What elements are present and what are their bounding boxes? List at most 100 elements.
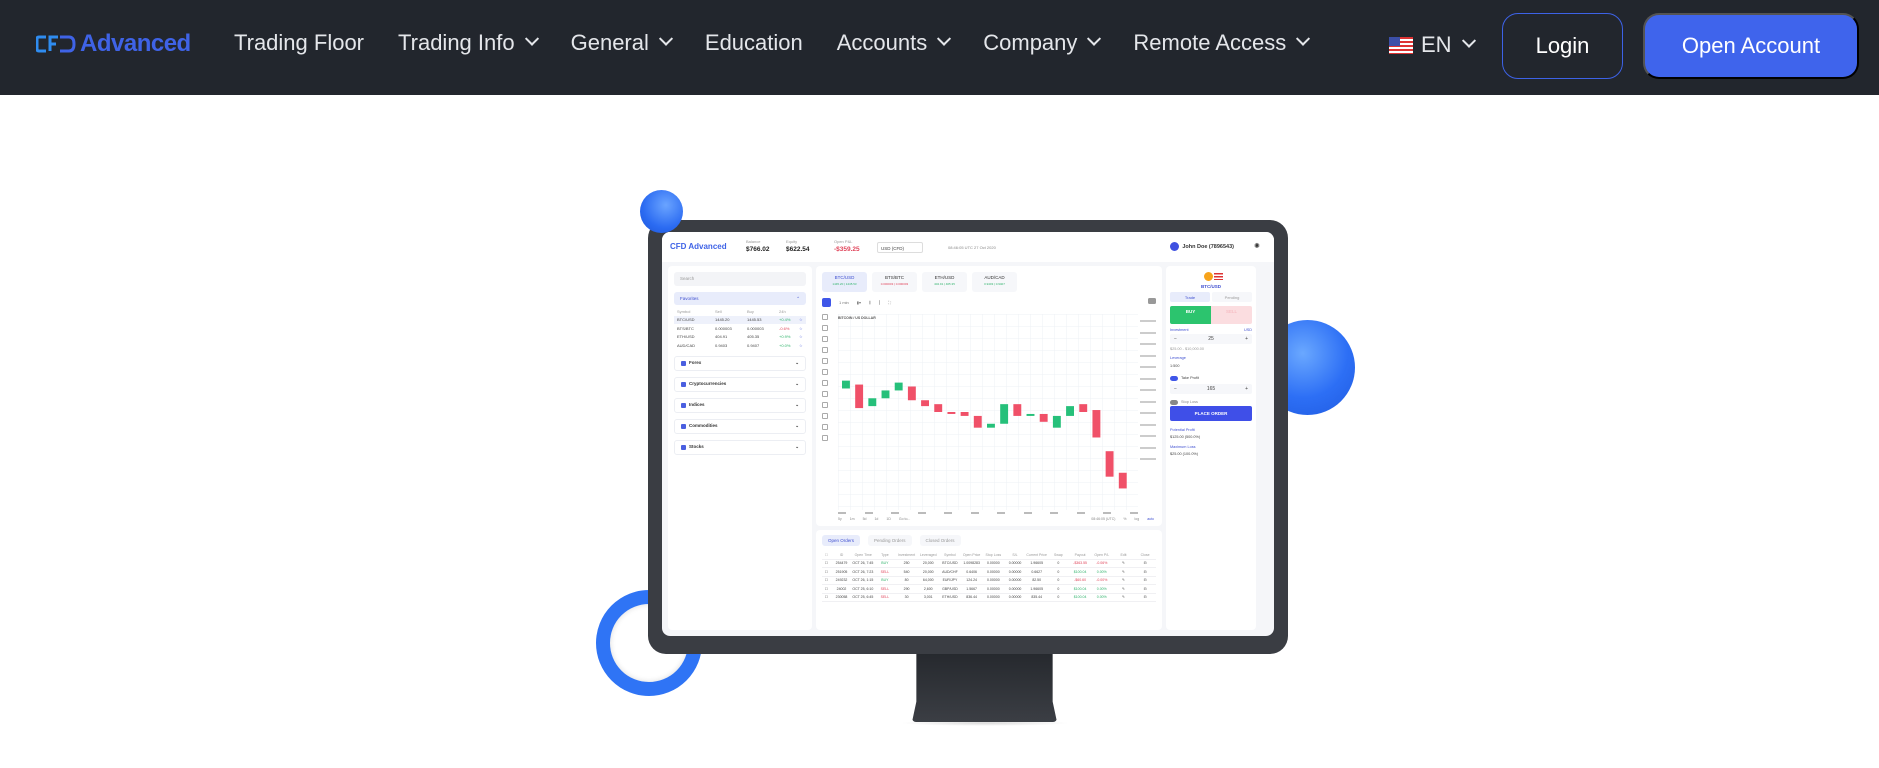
edit-icon[interactable]: ✎ [1113,587,1135,591]
chart-footer-item[interactable]: % [1123,517,1126,524]
trendline-tool-icon[interactable] [822,314,828,320]
order-row[interactable]: ☐254479OCT 26, 7:45 AMBUY25020,000BTC/US… [822,560,1156,568]
edit-icon[interactable]: ✎ [1113,570,1135,574]
favorites-table: Symbol Sell Buy 24h BTC/USD 1445.20 1445.53 +0.… [674,307,806,350]
chart-footer-item[interactable]: 08:46:05 (UTC) [1091,517,1115,524]
range-button[interactable]: 1D [886,517,890,524]
edit-icon[interactable]: ✎ [1113,578,1135,582]
close-order-icon[interactable]: ⊟ [1134,595,1156,599]
nav-item-company[interactable]: Company [983,30,1102,56]
nav-item-education[interactable]: Education [705,30,803,56]
trading-platform-screenshot: CFD Advanced Balance $766.02 Equity $622.5… [662,232,1274,636]
lock-tool-icon[interactable] [822,424,828,430]
user-menu[interactable]: John Doe (7896543) [1170,242,1234,251]
text-tool-icon[interactable] [822,347,828,353]
row-checkbox[interactable]: ☐ [822,595,831,599]
category-forex[interactable]: Forex ⌄ [674,355,806,371]
brand-logo[interactable]: Advanced [36,30,191,58]
favorite-row[interactable]: BTC/USD 1445.20 1445.53 +0.4% ☆ [674,315,807,324]
order-row[interactable]: ☐251905OCT 26, 7:23 AMSELL54020,000AUD/C… [822,568,1156,577]
close-order-icon[interactable]: ⊟ [1134,587,1156,591]
range-button[interactable]: 5d [863,517,867,524]
measure-tool-icon[interactable] [822,391,828,397]
nav-item-accounts[interactable]: Accounts [837,30,952,56]
top-navbar: Advanced Trading Floor Trading Info Genera… [0,0,1879,95]
buy-button[interactable]: BUY [1170,306,1211,324]
category-indices[interactable]: Indices ⌄ [674,397,806,413]
range-button[interactable]: 5y [838,517,842,524]
range-button[interactable]: Go to... [899,517,910,524]
sell-button[interactable]: SELL [1211,306,1252,324]
range-button[interactable]: 1d [874,517,878,524]
camera-icon[interactable] [1148,298,1156,304]
trash-tool-icon[interactable] [822,435,828,441]
nav-item-label: General [570,30,649,55]
favorite-row[interactable]: AUD/CAD 0.9403 0.9407 +0.0% ☆ [674,341,806,350]
order-tab[interactable]: Open Orders [822,535,861,546]
nav-item-trading-info[interactable]: Trading Info [398,30,539,56]
order-tab[interactable]: Pending Orders [868,535,912,546]
currency-select[interactable]: USD (CFD) [877,242,923,253]
chart-range-bar: 5y 1m 5d 1d 1D Go to... 08:46:05 (UTC)% log auto [838,517,1154,524]
place-order-button[interactable]: PLACE ORDER [1170,406,1252,421]
language-selector[interactable]: EN [1389,32,1476,58]
category-stocks[interactable]: Stocks ⌄ [674,439,806,455]
pattern-tool-icon[interactable] [822,358,828,364]
fib-tool-icon[interactable] [822,325,828,331]
edit-icon[interactable]: ✎ [1113,595,1135,599]
pair-tab[interactable]: BTC/USD 1445.20 | 1445.53 [822,272,867,292]
favorite-row[interactable]: BTS/BTC 0.000003 0.000003 -0.6% ☆ [674,324,806,333]
row-checkbox[interactable]: ☐ [822,578,831,582]
tab-trade[interactable]: Trade [1170,292,1210,302]
row-checkbox[interactable]: ☐ [822,570,831,574]
row-checkbox[interactable]: ☐ [822,561,831,565]
crosshair-tool-icon[interactable] [822,298,831,307]
magnet-tool-icon[interactable] [822,413,828,419]
star-icon[interactable]: ☆ [799,334,807,339]
tab-pending[interactable]: Pending [1212,292,1252,302]
star-icon[interactable]: ☆ [799,326,807,331]
icon-tool-icon[interactable] [822,380,828,386]
candlestick-chart[interactable] [838,314,1138,510]
nav-item-general[interactable]: General [570,30,673,56]
category-cryptocurrencies[interactable]: Cryptocurrencies ⌄ [674,376,806,392]
indicators-icon[interactable]: ⫼ [869,300,871,305]
close-order-icon[interactable]: ⊟ [1134,578,1156,582]
theme-toggle-icon[interactable]: ✺ [1254,242,1264,252]
close-order-icon[interactable]: ⊟ [1134,570,1156,574]
favorites-header[interactable]: Favorites ⌃ [674,292,806,305]
order-row[interactable]: ☐24002OCT 25, 6:10 PMSELL2902,600GBP/USD… [822,585,1156,594]
trade-panel: BTC/USD Trade Pending BUY SELL Investmen… [1166,266,1256,630]
category-commodities[interactable]: Commodities ⌄ [674,418,806,434]
order-tab[interactable]: Closed Orders [919,535,961,546]
nav-item-remote-access[interactable]: Remote Access [1133,30,1311,56]
pair-tab[interactable]: BTS/BTC 0.000003 | 0.000003 [872,272,917,292]
star-icon[interactable]: ☆ [799,343,807,348]
edit-icon[interactable]: ✎ [1113,561,1135,565]
favorite-row[interactable]: ETH/USD 404.91 405.35 +0.9% ☆ [674,333,806,342]
pair-tab[interactable]: AUD/CAD 0.9403 | 0.9407 [972,272,1017,292]
brush-tool-icon[interactable] [822,336,828,342]
order-row[interactable]: ☐230058OCT 25, 6:45 PMSELL303,001ETH/USD… [822,594,1156,602]
zoom-tool-icon[interactable] [822,402,828,408]
orders-panel: Open Orders Pending Orders Closed Orders ☐… [816,530,1162,630]
candle-type-icon[interactable]: ▮▾ [857,300,861,305]
prediction-tool-icon[interactable] [822,369,828,375]
pair-tab[interactable]: ETH/USD 404.91 | 405.35 [922,272,967,292]
login-button[interactable]: Login [1502,13,1623,79]
chart-footer-item[interactable]: auto [1147,517,1154,524]
nav-item-trading-floor[interactable]: Trading Floor [234,30,364,56]
timeframe-select[interactable]: 1 min [839,300,849,305]
range-button[interactable]: 1m [850,517,855,524]
close-order-icon[interactable]: ⊟ [1134,561,1156,565]
fullscreen-icon[interactable]: ⛶ [888,300,891,305]
investment-stepper[interactable]: −25 + [1170,334,1252,344]
open-account-button[interactable]: Open Account [1643,13,1859,79]
search-input[interactable]: Search [674,272,806,286]
row-checkbox[interactable]: ☐ [822,587,831,591]
compare-icon[interactable]: ⫿ [879,300,880,305]
order-row[interactable]: ☐249232OCT 26, 1:15 AMBUY8064,000EUR/JPY… [822,577,1156,585]
star-icon[interactable]: ☆ [799,317,807,322]
chart-footer-item[interactable]: log [1135,517,1140,524]
take-profit-stepper[interactable]: −165 + [1170,384,1252,394]
